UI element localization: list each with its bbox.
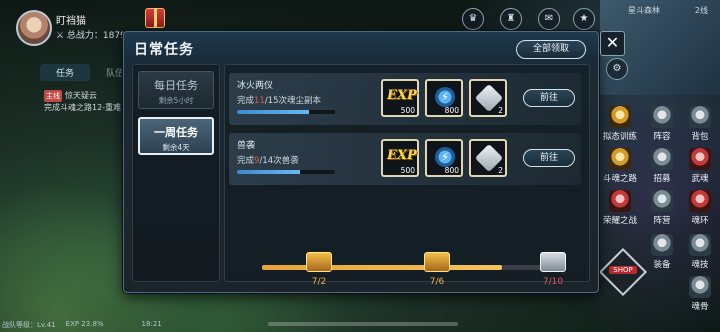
bolt-coin-icon: ⚡ [435, 87, 455, 107]
martial-soul-icon [689, 148, 711, 170]
bolt-coin-icon: ⚡ [435, 147, 455, 167]
reward-gem[interactable]: 2 [469, 79, 507, 117]
menu-soul-road[interactable]: 斗魂之路 [602, 148, 638, 184]
mail-icon[interactable]: ✉ [538, 8, 560, 30]
settings-icon[interactable]: ⚙ [606, 58, 628, 80]
menu-camp[interactable]: 阵营 [644, 190, 680, 226]
task-name: 兽袭 [237, 141, 256, 151]
menu-recruit[interactable]: 招募 [644, 148, 680, 184]
menu-soul-bone[interactable]: 魂骨 [682, 276, 718, 312]
soul-bone-icon [689, 276, 711, 298]
menu-martial-soul[interactable]: 武魂 [682, 148, 718, 184]
player-avatar[interactable] [16, 10, 52, 46]
task-progress-bar [237, 170, 335, 174]
chest-2-count: 7/6 [429, 277, 445, 287]
chest-1-count: 7/2 [311, 277, 327, 287]
shop-label: SHOP [609, 266, 637, 274]
side-tabs: 任务 队伍 [40, 64, 130, 81]
exp-percent: EXP 23.8% [65, 320, 104, 328]
quest-title: 惊天疑云 [65, 91, 97, 100]
task-row: 冰火两仪 完成11/15次魂尘副本 EXP 500 ⚡ 800 2 前往 [229, 73, 581, 125]
side-tab-task[interactable]: 任务 [40, 64, 91, 81]
dialog-title: 日常任务 [134, 42, 194, 58]
task-progress-fill [237, 110, 309, 114]
combat-power: ⚔ 总战力：18798 [56, 31, 132, 41]
reward-exp[interactable]: EXP 500 [381, 79, 419, 117]
menu-glory-battle[interactable]: 荣耀之战 [602, 190, 638, 226]
mimic-training-icon [609, 106, 631, 128]
go-button[interactable]: 前往 [523, 89, 575, 107]
gift-icon[interactable] [145, 8, 165, 28]
quest-tag: 主线 [44, 90, 62, 102]
team-level: 战队等级：Lv.41 [2, 321, 56, 329]
quest-tracker[interactable]: 主线 惊天疑云 完成斗魂之路12-重难 [44, 90, 121, 114]
map-line[interactable]: 2线 [695, 5, 708, 16]
player-name: 盯裆猫 [56, 16, 86, 27]
reward-gem[interactable]: 2 [469, 139, 507, 177]
ranking-icon[interactable]: ♛ [462, 8, 484, 30]
quest-desc: 完成斗魂之路12-重难 [44, 103, 122, 112]
daily-task-dialog: 日常任务 全部领取 每日任务 剩余5小时 一周任务 剩余4天 冰火两仪 完成11… [123, 31, 599, 293]
equipment-icon [651, 234, 673, 256]
reward-exp[interactable]: EXP 500 [381, 139, 419, 177]
soul-road-icon [609, 148, 631, 170]
tab-weekly[interactable]: 一周任务 剩余4天 [138, 117, 214, 155]
glory-battle-icon [609, 190, 631, 212]
go-button[interactable]: 前往 [523, 149, 575, 167]
tab-daily[interactable]: 每日任务 剩余5小时 [138, 71, 214, 109]
chest-3-count: 7/10 [542, 277, 564, 287]
reward-bolt[interactable]: ⚡ 800 [425, 139, 463, 177]
soul-skill-icon [689, 234, 711, 256]
menu-backpack[interactable]: 背包 [682, 106, 718, 142]
menu-soul-skill[interactable]: 魂技 [682, 234, 718, 270]
task-progress-text: 完成11/15次魂尘副本 [237, 96, 322, 106]
event-icon[interactable]: ★ [573, 8, 595, 30]
task-name: 冰火两仪 [237, 81, 274, 91]
recruit-icon [651, 148, 673, 170]
task-progress-text: 完成9/14次兽袭 [237, 156, 299, 166]
menu-soul-ring[interactable]: 魂环 [682, 190, 718, 226]
exp-icon: EXP [387, 88, 417, 103]
task-tab-column: 每日任务 剩余5小时 一周任务 剩余4天 [132, 64, 220, 282]
reward-bolt[interactable]: ⚡ 800 [425, 79, 463, 117]
chest-progress-fill [262, 265, 502, 270]
home-indicator[interactable] [268, 322, 458, 326]
menu-equipment[interactable]: 装备 [644, 234, 680, 270]
lineup-icon [651, 106, 673, 128]
chest-2[interactable] [424, 252, 450, 272]
chest-3[interactable] [540, 252, 566, 272]
menu-mimic-training[interactable]: 拟态训练 [602, 106, 638, 142]
soul-ring-icon [689, 190, 711, 212]
chest-1[interactable] [306, 252, 332, 272]
trophy-icon[interactable]: ♜ [500, 8, 522, 30]
claim-all-button[interactable]: 全部领取 [516, 40, 586, 59]
task-list-panel: 冰火两仪 完成11/15次魂尘副本 EXP 500 ⚡ 800 2 前往 兽袭 完成… [224, 64, 590, 282]
menu-lineup[interactable]: 阵容 [644, 106, 680, 142]
clock: 18:21 [141, 320, 162, 328]
task-row: 兽袭 完成9/14次兽袭 EXP 500 ⚡ 800 2 前往 [229, 133, 581, 185]
task-progress-fill [237, 170, 300, 174]
close-icon[interactable]: ✕ [600, 31, 625, 56]
exp-icon: EXP [387, 148, 417, 163]
task-progress-bar [237, 110, 335, 114]
status-bar: 战队等级：Lv.41 EXP 23.8% 18:21 [2, 320, 162, 330]
camp-icon [651, 190, 673, 212]
map-name: 星斗森林 [628, 6, 660, 15]
backpack-icon [689, 106, 711, 128]
